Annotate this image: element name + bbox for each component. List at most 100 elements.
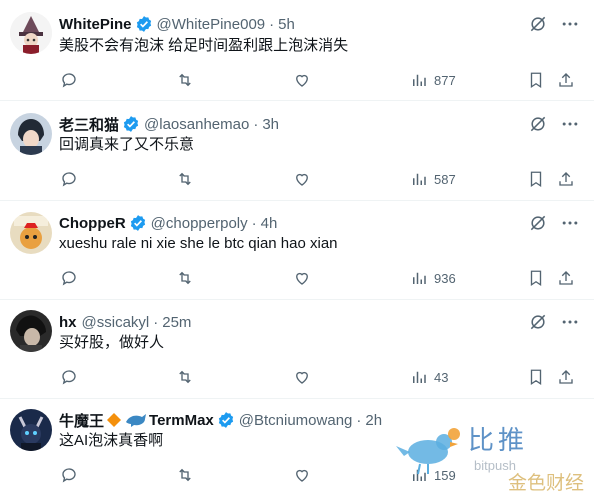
like-button[interactable] [293, 365, 311, 389]
tweet-header: 牛魔王 TermMax @Btcniumowang · 2h [59, 409, 382, 431]
avatar[interactable] [10, 212, 52, 254]
reply-button[interactable] [60, 266, 78, 290]
like-button[interactable] [293, 167, 311, 191]
views-button[interactable]: 43 [410, 365, 448, 389]
views-chart-icon [413, 173, 426, 185]
timestamp[interactable]: 3h [262, 116, 279, 133]
bookmark-button[interactable] [527, 68, 545, 92]
more-options-icon[interactable] [560, 213, 580, 233]
handle[interactable]: @laosanhemao [144, 116, 249, 133]
verified-badge-icon [123, 116, 139, 132]
heart-icon [296, 272, 308, 285]
grok-icon[interactable] [528, 312, 548, 332]
display-name[interactable]: 牛魔王 [59, 410, 104, 431]
heart-icon [296, 173, 308, 186]
verified-badge-icon [218, 412, 233, 428]
display-name[interactable]: ChoppeR [59, 215, 126, 232]
retweet-button[interactable] [176, 68, 194, 92]
more-options-icon[interactable] [560, 14, 580, 34]
wizard-avatar-image [10, 12, 52, 54]
handle[interactable]: @chopperpoly [151, 215, 248, 232]
separator-dot: · [153, 313, 159, 331]
reply-button[interactable] [60, 167, 78, 191]
display-name-suffix[interactable]: TermMax [149, 412, 214, 429]
handle[interactable]: @ssicakyl [82, 314, 150, 331]
tweet-text: 买好股，做好人 [59, 334, 165, 351]
grok-icon[interactable] [528, 14, 548, 34]
grok-icon[interactable] [528, 114, 548, 134]
bitpush-watermark: 比推 bitpush 金色财经 [390, 412, 594, 494]
tweet-header: WhitePine @WhitePine009 · 5h [59, 13, 295, 35]
retweet-icon [179, 271, 191, 285]
views-chart-icon [413, 74, 426, 86]
share-button[interactable] [557, 365, 575, 389]
bookmark-button[interactable] [527, 167, 545, 191]
retweet-button[interactable] [176, 266, 194, 290]
reply-icon [62, 468, 76, 483]
handle[interactable]: @WhitePine009 [157, 16, 266, 33]
timestamp[interactable]: 5h [278, 16, 295, 33]
like-button[interactable] [293, 463, 311, 487]
bookmark-button[interactable] [527, 365, 545, 389]
like-button[interactable] [293, 266, 311, 290]
timestamp[interactable]: 25m [162, 314, 191, 331]
retweet-button[interactable] [176, 463, 194, 487]
reply-button[interactable] [60, 365, 78, 389]
reply-button[interactable] [60, 463, 78, 487]
verified-badge-icon [130, 215, 145, 231]
separator-dot: · [356, 411, 362, 429]
reply-icon [62, 271, 76, 286]
share-button[interactable] [557, 266, 575, 290]
retweet-button[interactable] [176, 167, 194, 191]
tweet-text: 美股不会有泡沫 给足时间盈利跟上泡沫消失 [59, 37, 349, 54]
watermark-brand-cn: 比推 [468, 426, 529, 456]
separator-dot: · [253, 115, 259, 133]
reply-button[interactable] [60, 68, 78, 92]
reply-icon [62, 370, 76, 385]
bookmark-icon [530, 171, 542, 188]
avatar[interactable] [10, 409, 52, 451]
tweet-header: hx @ssicakyl · 25m [59, 311, 191, 333]
grok-icon[interactable] [528, 213, 548, 233]
display-name[interactable]: hx [59, 314, 77, 331]
share-icon [559, 73, 573, 87]
tweet-2[interactable]: 老三和猫 @laosanhemao · 3h 回调真来了又不乐意 587 [0, 101, 594, 200]
tweet-4[interactable]: hx @ssicakyl · 25m 买好股，做好人 43 [0, 300, 594, 398]
tweet-text: 回调真来了又不乐意 [59, 136, 195, 153]
handle[interactable]: @Btcniumowang [239, 412, 353, 429]
bookmark-icon [530, 270, 542, 287]
avatar[interactable] [10, 113, 52, 155]
display-name[interactable]: WhitePine [59, 16, 132, 33]
views-count: 877 [434, 72, 456, 88]
heart-icon [296, 371, 308, 384]
more-options-icon[interactable] [560, 114, 580, 134]
avatar[interactable] [10, 12, 52, 54]
tweet-text: 这AI泡沫真香啊 [59, 432, 164, 449]
more-options-icon[interactable] [560, 312, 580, 332]
orange-diamond-icon [107, 413, 122, 427]
bookmark-button[interactable] [527, 266, 545, 290]
timestamp[interactable]: 2h [365, 412, 382, 429]
heart-icon [296, 469, 308, 482]
views-chart-icon [413, 371, 426, 383]
views-button[interactable]: 877 [410, 68, 456, 92]
anime-avatar-image [10, 113, 52, 155]
tweet-3[interactable]: ChoppeR @chopperpoly · 4h xueshu rale ni… [0, 201, 594, 299]
share-button[interactable] [557, 68, 575, 92]
chopper-avatar-image [10, 212, 52, 254]
views-count: 43 [434, 369, 449, 385]
like-button[interactable] [293, 68, 311, 92]
share-button[interactable] [557, 167, 575, 191]
tweet-1[interactable]: WhitePine @WhitePine009 · 5h 美股不会有泡沫 给足时… [0, 0, 594, 100]
display-name[interactable]: 老三和猫 [59, 114, 119, 135]
demon-king-avatar-image [10, 409, 52, 451]
reply-icon [62, 73, 76, 88]
bookmark-icon [530, 369, 542, 386]
views-chart-icon [413, 272, 426, 284]
retweet-icon [179, 468, 191, 482]
avatar[interactable] [10, 310, 52, 352]
retweet-button[interactable] [176, 365, 194, 389]
timestamp[interactable]: 4h [261, 215, 278, 232]
views-button[interactable]: 587 [410, 167, 456, 191]
views-button[interactable]: 936 [410, 266, 456, 290]
